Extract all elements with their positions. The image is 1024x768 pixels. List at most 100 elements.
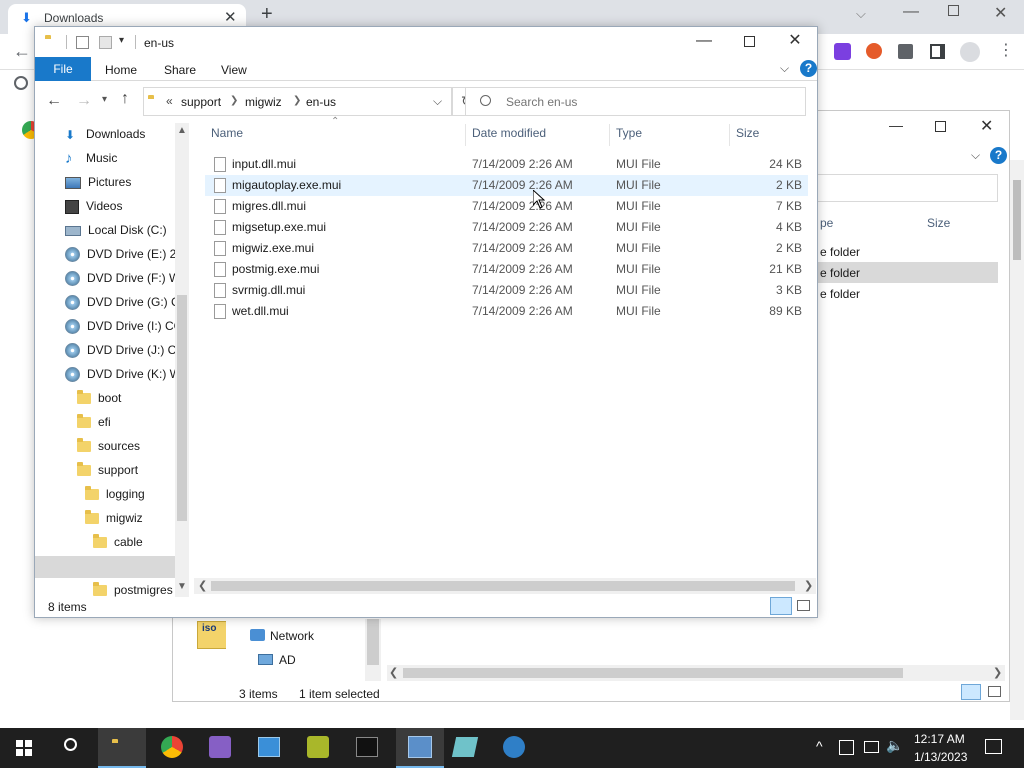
sidebar-item[interactable]: Local Disk (C:): [65, 219, 167, 241]
start-windows-icon[interactable]: [16, 740, 32, 756]
notification-icon[interactable]: [985, 739, 1002, 754]
visual-studio-icon[interactable]: [209, 736, 231, 758]
properties-icon[interactable]: [76, 36, 89, 49]
bg-horizontal-scrollbar[interactable]: ❮ ❯: [387, 665, 1005, 681]
app-icon[interactable]: [451, 737, 479, 757]
sidebar-item[interactable]: DVD Drive (K:) W: [65, 363, 175, 385]
minimize-icon[interactable]: —: [903, 3, 919, 21]
sidebar-item[interactable]: support: [77, 459, 138, 481]
chevron-down-icon[interactable]: ⌵: [856, 6, 866, 22]
network-app-icon[interactable]: [503, 736, 525, 758]
table-row[interactable]: postmig.exe.mui 7/14/2009 2:26 AM MUI File…: [205, 259, 805, 280]
breadcrumb-migwiz[interactable]: migwiz: [245, 95, 282, 109]
chrome-icon[interactable]: [161, 736, 183, 758]
minimize-icon[interactable]: —: [889, 117, 903, 133]
sidebar-item[interactable]: DVD Drive (G:) C: [65, 291, 175, 313]
close-icon[interactable]: ✕: [994, 3, 1007, 23]
scroll-left-icon[interactable]: ❮: [198, 579, 207, 592]
tab-home[interactable]: Home: [105, 63, 137, 77]
sidebar-item[interactable]: logging: [85, 483, 145, 505]
details-view-icon[interactable]: [770, 597, 792, 615]
back-icon[interactable]: ←: [13, 41, 31, 62]
scroll-down-icon[interactable]: ▼: [177, 581, 187, 592]
volume-muted-icon[interactable]: 🔈: [886, 737, 903, 754]
sidebar-item[interactable]: Videos: [65, 195, 122, 217]
taskbar-active-app[interactable]: [396, 728, 444, 768]
search-input[interactable]: [504, 92, 794, 112]
table-row[interactable]: migautoplay.exe.mui 7/14/2009 2:26 AM MUI …: [205, 175, 805, 196]
sidebar-item[interactable]: boot: [77, 387, 121, 409]
column-header-type[interactable]: Type: [616, 126, 642, 140]
scroll-right-icon[interactable]: ❯: [804, 579, 813, 592]
nav-scrollbar[interactable]: ▲ ▼: [175, 123, 189, 597]
forward-icon[interactable]: →: [76, 92, 92, 110]
customize-qat-icon[interactable]: ▾: [119, 35, 124, 46]
puzzle-icon[interactable]: [898, 44, 913, 59]
bg-search-box[interactable]: [813, 174, 998, 202]
horizontal-scroll-thumb[interactable]: [211, 581, 795, 591]
maximize-icon[interactable]: [744, 36, 755, 47]
sidebar-item[interactable]: ⬇ Downloads: [65, 123, 145, 145]
search-icon[interactable]: [64, 738, 77, 751]
bg-nav-scrollbar[interactable]: [365, 619, 381, 681]
browser-scrollbar[interactable]: [1010, 160, 1024, 720]
terminal-icon[interactable]: [356, 737, 378, 757]
help-icon[interactable]: ?: [990, 147, 1007, 164]
help-icon[interactable]: ?: [800, 60, 817, 77]
sidebar-item[interactable]: cable: [93, 531, 143, 553]
bg-column-size[interactable]: Size: [927, 216, 950, 230]
column-header-date[interactable]: Date modified: [472, 126, 546, 140]
extension-icon[interactable]: [866, 43, 882, 59]
table-row[interactable]: svrmig.dll.mui 7/14/2009 2:26 AM MUI File 3…: [205, 280, 805, 301]
table-row[interactable]: input.dll.mui 7/14/2009 2:26 AM MUI File 24…: [205, 154, 805, 175]
bg-column-type[interactable]: pe: [820, 216, 833, 230]
breadcrumb-overflow[interactable]: «: [166, 94, 173, 108]
browser-scroll-thumb[interactable]: [1013, 180, 1021, 260]
extension-icon[interactable]: [834, 43, 851, 60]
avatar[interactable]: [960, 42, 980, 62]
taskbar-date[interactable]: 1/13/2023: [914, 750, 967, 764]
sidebar-item[interactable]: postmigres: [93, 579, 173, 597]
tab-share[interactable]: Share: [164, 63, 196, 77]
bg-row-type[interactable]: e folder: [820, 266, 860, 280]
new-tab-button[interactable]: +: [261, 3, 273, 26]
back-icon[interactable]: ←: [46, 92, 62, 110]
bg-thumbnail[interactable]: iso: [197, 621, 227, 649]
chevron-down-icon[interactable]: ⌵: [971, 148, 980, 163]
bg-nav-ad[interactable]: AD: [279, 653, 296, 667]
column-header-name[interactable]: Name: [211, 126, 243, 140]
recent-locations-icon[interactable]: ▾: [102, 94, 107, 105]
bg-row-type[interactable]: e folder: [820, 287, 860, 301]
close-icon[interactable]: ✕: [224, 8, 237, 26]
nav-scroll-thumb[interactable]: [177, 295, 187, 521]
bg-horizontal-scroll-thumb[interactable]: [403, 668, 903, 678]
tab-file[interactable]: File: [35, 57, 91, 81]
chevron-up-icon[interactable]: ^: [816, 738, 823, 754]
breadcrumb-support[interactable]: support: [181, 95, 221, 109]
expand-ribbon-icon[interactable]: ⌵: [780, 61, 789, 76]
close-icon[interactable]: ✕: [772, 27, 818, 55]
address-dropdown-icon[interactable]: ⌵: [433, 94, 442, 109]
up-icon[interactable]: ↑: [121, 90, 129, 108]
new-folder-icon[interactable]: [99, 36, 112, 49]
tray-icon[interactable]: [839, 740, 854, 755]
network-icon[interactable]: [864, 741, 879, 753]
address-bar[interactable]: « support ❯ migwiz ❯ en-us ⌵: [143, 87, 452, 116]
sidebar-item[interactable]: Pictures: [65, 171, 131, 193]
sidebar-item[interactable]: ♪ Music: [65, 147, 117, 169]
search-box[interactable]: [465, 87, 806, 116]
sidebar-item[interactable]: DVD Drive (I:) CC: [65, 315, 175, 337]
table-row[interactable]: migsetup.exe.mui 7/14/2009 2:26 AM MUI Fil…: [205, 217, 805, 238]
scroll-right-icon[interactable]: ❯: [993, 666, 1002, 679]
details-view-icon[interactable]: [961, 684, 981, 700]
taskbar-file-explorer[interactable]: [98, 728, 146, 768]
scroll-up-icon[interactable]: ▲: [177, 125, 187, 136]
table-row[interactable]: wet.dll.mui 7/14/2009 2:26 AM MUI File 89 K…: [205, 301, 805, 322]
scroll-left-icon[interactable]: ❮: [389, 666, 398, 679]
breadcrumb-en-us[interactable]: en-us: [306, 95, 336, 109]
minimize-icon[interactable]: —: [681, 27, 727, 55]
sidebar-item[interactable]: sources: [77, 435, 140, 457]
tab-view[interactable]: View: [221, 63, 247, 77]
bg-row-type[interactable]: e folder: [820, 245, 860, 259]
close-icon[interactable]: ✕: [980, 116, 993, 136]
